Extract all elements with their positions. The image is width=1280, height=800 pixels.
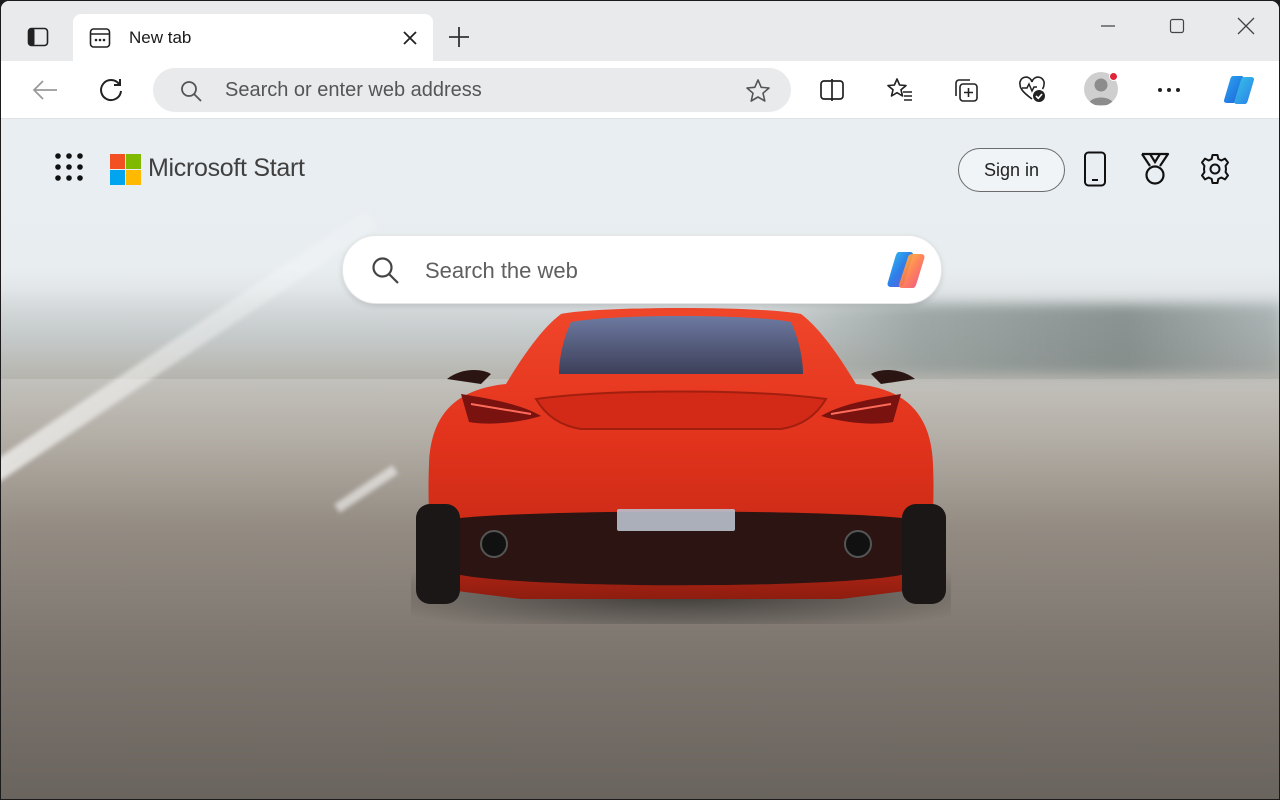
phone-button[interactable] (1075, 149, 1115, 189)
heart-check-icon (1019, 76, 1045, 102)
gear-icon (1201, 154, 1229, 184)
app-launcher-button[interactable] (51, 149, 87, 185)
web-search-box[interactable] (342, 235, 942, 304)
logo-square-red (110, 154, 125, 169)
address-input[interactable] (225, 75, 705, 105)
close-icon (1237, 17, 1255, 35)
sign-in-button[interactable]: Sign in (958, 148, 1065, 192)
close-tab-button[interactable] (399, 27, 421, 49)
collections-icon (955, 79, 978, 102)
tab-actions-button[interactable] (19, 19, 57, 55)
app-launcher-grid-icon (55, 153, 83, 181)
copilot-search-button[interactable] (883, 248, 929, 297)
ellipsis-icon (1158, 88, 1180, 92)
settings-button[interactable] (1195, 149, 1235, 189)
new-tab-page: Microsoft Start Sign in (1, 119, 1279, 799)
tab-title: New tab (129, 28, 192, 47)
new-tab-button[interactable] (443, 21, 475, 53)
logo-square-blue (110, 170, 125, 185)
browser-essentials-button[interactable] (1012, 70, 1052, 110)
settings-and-more-button[interactable] (1149, 70, 1189, 110)
copilot-icon (887, 252, 925, 288)
background-image-red-sports-car (411, 308, 951, 624)
tab-bar: New tab (1, 1, 1279, 61)
search-icon (370, 255, 400, 290)
plus-icon (449, 27, 469, 47)
maximize-icon (1169, 18, 1185, 34)
rewards-button[interactable] (1135, 149, 1175, 189)
favorites-icon (887, 78, 912, 101)
split-screen-button[interactable] (812, 70, 852, 110)
microsoft-logo[interactable] (110, 154, 141, 185)
rewards-medal-icon (1141, 152, 1170, 185)
add-favorite-button[interactable] (745, 78, 771, 109)
browser-window: New tab Search or enter web address Micr… (1, 1, 1279, 799)
maximize-button[interactable] (1154, 9, 1200, 43)
web-search-input[interactable] (425, 254, 855, 288)
address-bar[interactable] (153, 68, 791, 112)
tab-actions-icon (27, 27, 49, 47)
notification-dot (1109, 72, 1118, 81)
favorites-button[interactable] (880, 70, 920, 110)
copilot-button[interactable] (1219, 70, 1259, 110)
refresh-button[interactable] (91, 70, 131, 110)
copilot-icon (1223, 76, 1255, 104)
back-arrow-icon (32, 80, 57, 100)
split-screen-icon (820, 79, 844, 101)
tab-new-tab[interactable]: New tab (73, 14, 433, 61)
close-window-button[interactable] (1223, 9, 1269, 43)
new-tab-page-icon (89, 27, 111, 54)
minimize-icon (1101, 25, 1115, 27)
search-icon (179, 79, 203, 108)
refresh-icon (100, 79, 122, 102)
road-marking (334, 465, 398, 513)
close-icon (403, 31, 417, 45)
brand-name[interactable]: Microsoft Start (148, 154, 305, 183)
logo-square-green (126, 154, 141, 169)
start-page-header: Microsoft Start Sign in (1, 119, 1279, 219)
logo-square-yellow (126, 170, 141, 185)
toolbar (1, 61, 1279, 119)
back-button[interactable] (25, 70, 65, 110)
collections-button[interactable] (946, 70, 986, 110)
star-icon (746, 79, 770, 102)
minimize-button[interactable] (1085, 9, 1131, 43)
phone-icon (1084, 151, 1106, 187)
